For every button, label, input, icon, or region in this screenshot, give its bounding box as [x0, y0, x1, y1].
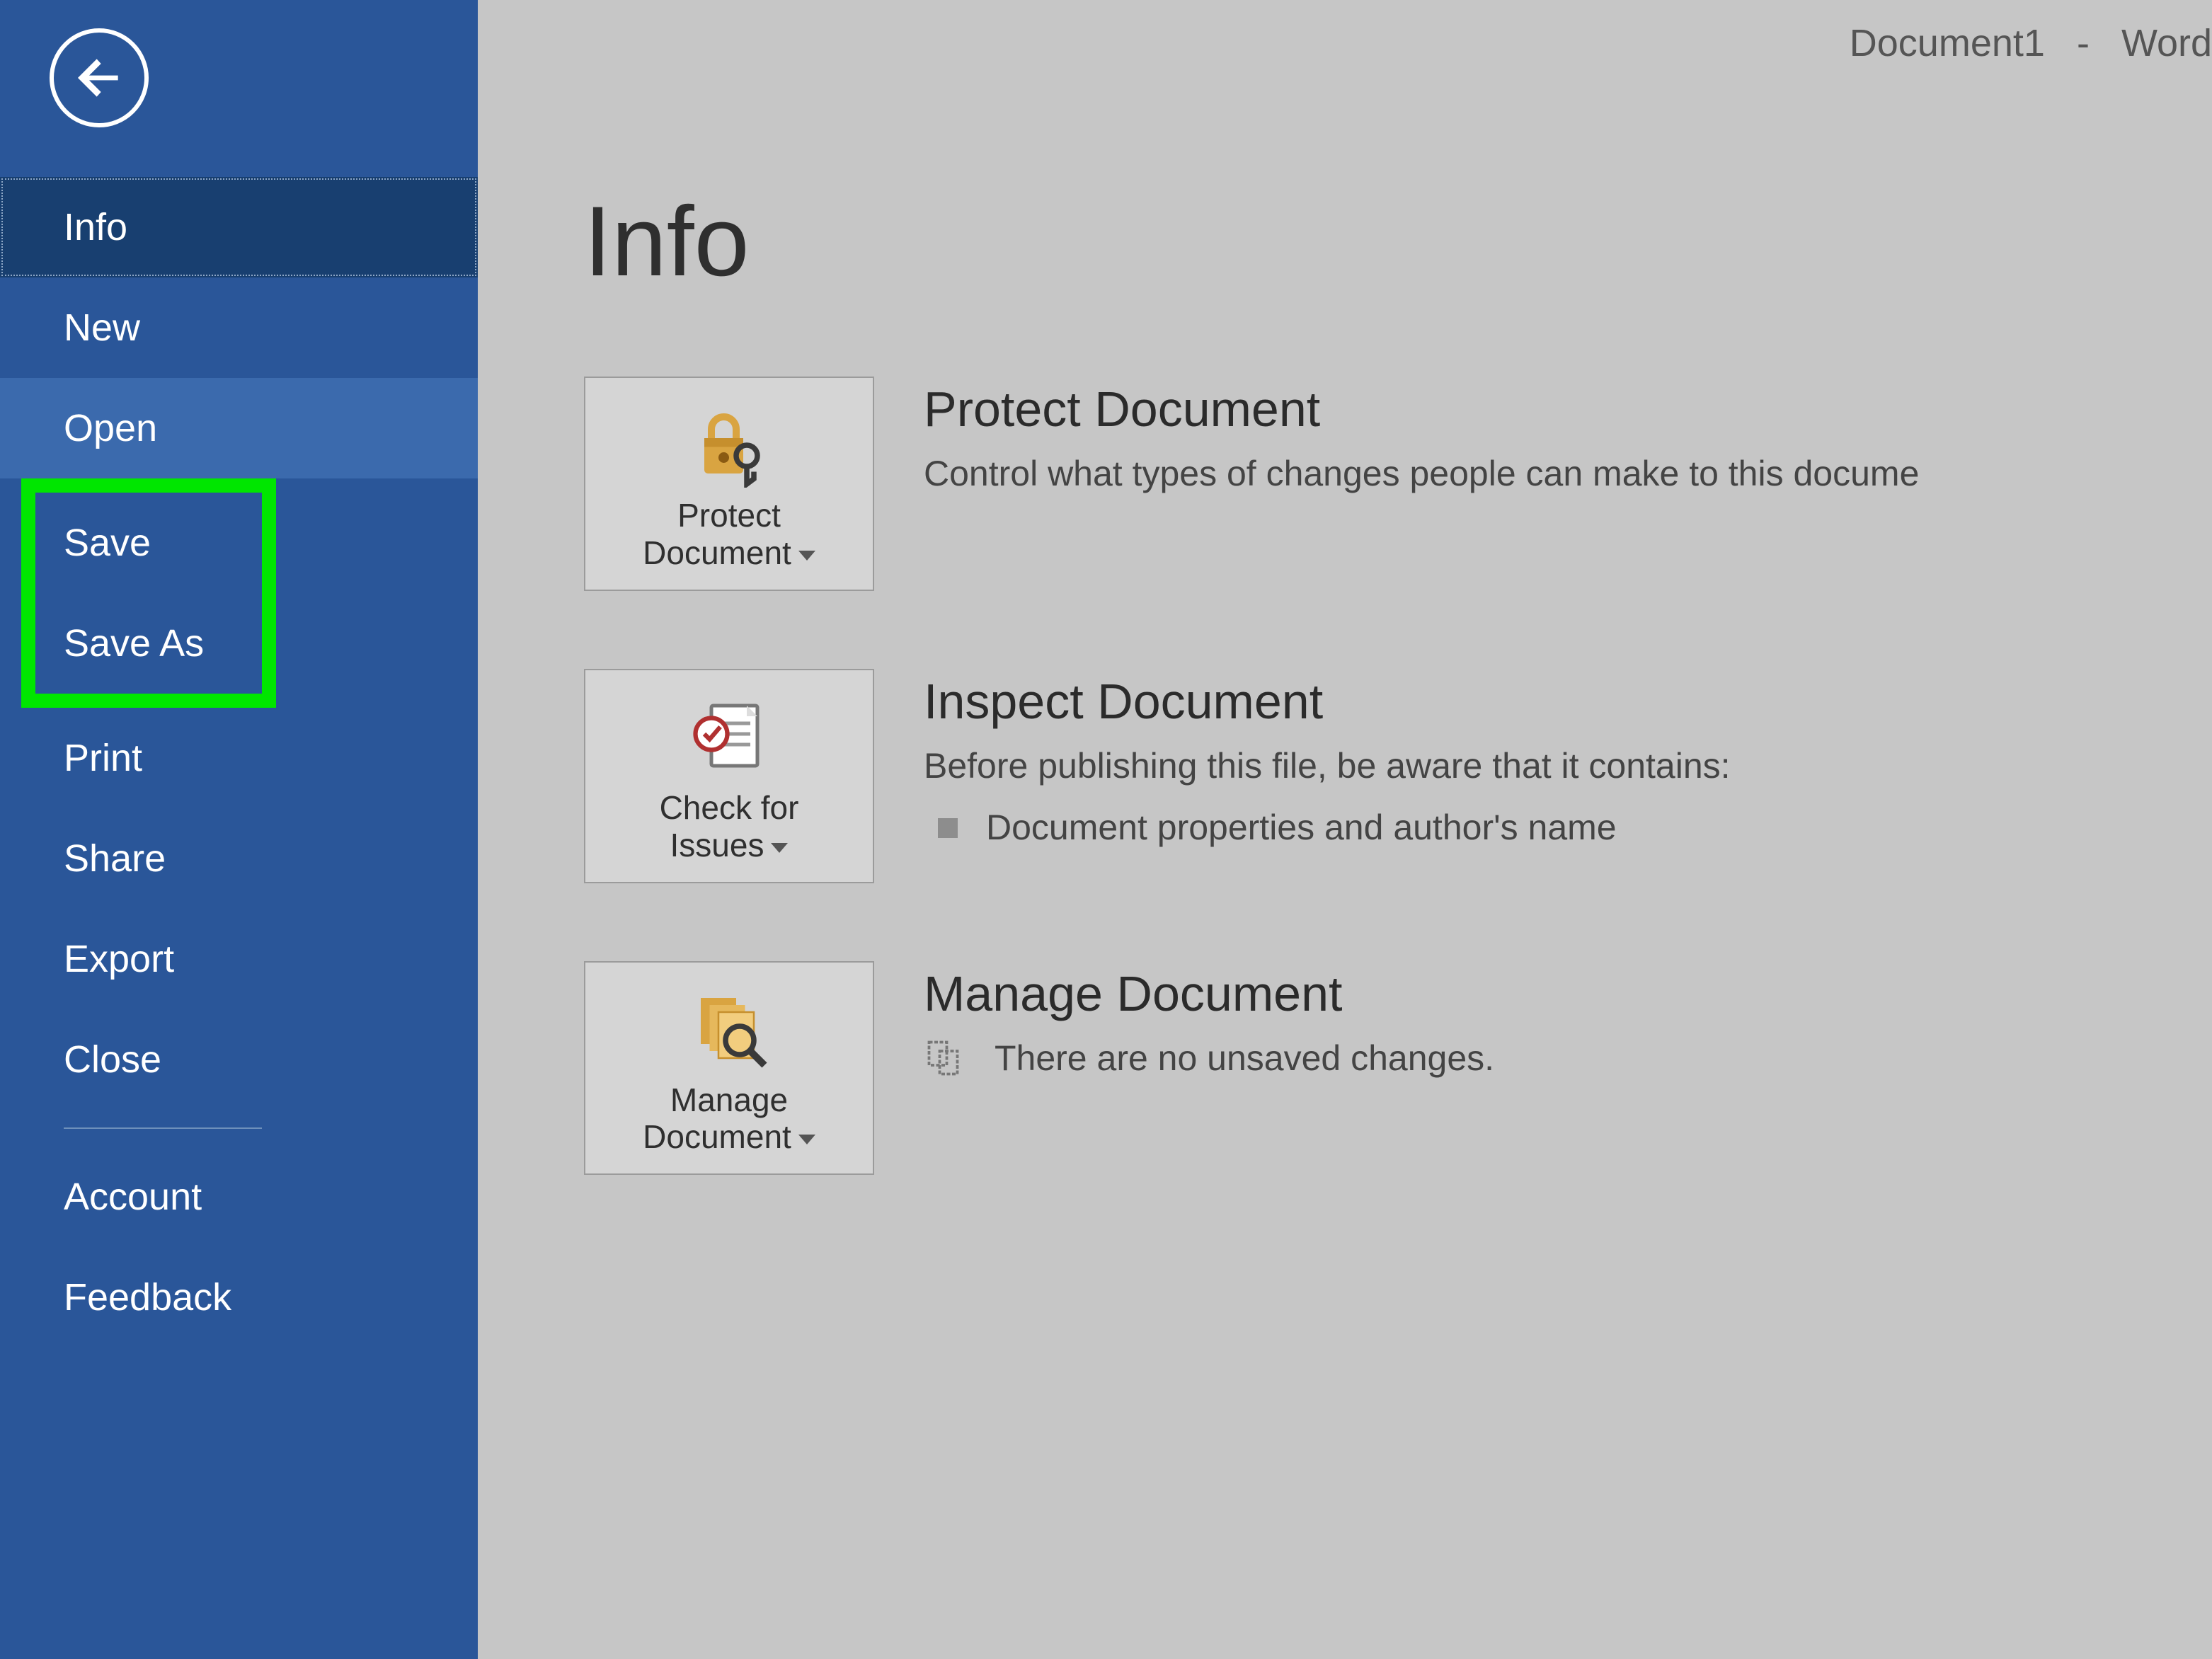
nav-item-account[interactable]: Account — [0, 1147, 478, 1247]
backstage-view: Info New Open Save Save As Print Share E… — [0, 0, 2212, 1659]
section-inspect: Check for Issues Inspect Document Before… — [584, 669, 2212, 883]
bullet-icon — [938, 818, 958, 838]
chevron-down-icon — [771, 843, 788, 853]
section-body: Protect Document Control what types of c… — [924, 377, 2212, 498]
nav-item-feedback[interactable]: Feedback — [0, 1247, 478, 1348]
arrow-left-icon — [71, 50, 127, 106]
nav-item-close[interactable]: Close — [0, 1009, 478, 1110]
app-name: Word — [2121, 22, 2212, 64]
manage-document-button[interactable]: Manage Document — [584, 961, 874, 1176]
nav-item-export[interactable]: Export — [0, 909, 478, 1009]
section-title-inspect: Inspect Document — [924, 673, 2212, 730]
nav-item-save-as[interactable]: Save As — [35, 593, 262, 694]
restore-icon — [924, 1037, 966, 1079]
title-separator: - — [2077, 22, 2090, 64]
window-title: Document1 - Word — [1850, 21, 2212, 65]
section-manage: Manage Document Manage Document There ar… — [584, 961, 2212, 1176]
section-protect: Protect Document Protect Document Contro… — [584, 377, 2212, 591]
chevron-down-icon — [798, 1135, 815, 1144]
manage-status-row: There are no unsaved changes. — [924, 1035, 2212, 1083]
chevron-down-icon — [798, 551, 815, 561]
section-desc-protect: Control what types of changes people can… — [924, 450, 2212, 498]
nav-list: Info New Open Save Save As Print Share E… — [0, 177, 478, 1348]
section-desc-inspect: Before publishing this file, be aware th… — [924, 742, 2212, 791]
section-title-manage: Manage Document — [924, 965, 2212, 1022]
document-name: Document1 — [1850, 22, 2045, 64]
section-body: Manage Document There are no unsaved cha… — [924, 961, 2212, 1083]
back-button[interactable] — [50, 28, 149, 127]
section-title-protect: Protect Document — [924, 381, 2212, 437]
nav-item-info[interactable]: Info — [0, 177, 478, 277]
nav-item-share[interactable]: Share — [0, 808, 478, 909]
inspect-bullet-text: Document properties and author's name — [986, 804, 1617, 852]
check-for-issues-button[interactable]: Check for Issues — [584, 669, 874, 883]
stack-magnify-icon — [687, 984, 772, 1076]
tile-label: Manage Document — [643, 1081, 815, 1156]
backstage-sidebar: Info New Open Save Save As Print Share E… — [0, 0, 478, 1659]
section-body: Inspect Document Before publishing this … — [924, 669, 2212, 852]
inspect-bullet-row: Document properties and author's name — [924, 804, 2212, 852]
page-title: Info — [584, 184, 2212, 299]
protect-document-button[interactable]: Protect Document — [584, 377, 874, 591]
lock-key-icon — [687, 399, 772, 491]
nav-separator — [64, 1127, 262, 1129]
nav-item-open[interactable]: Open — [0, 378, 478, 478]
manage-status-text: There are no unsaved changes. — [995, 1035, 1494, 1083]
highlight-save-group: Save Save As — [21, 478, 276, 708]
nav-item-print[interactable]: Print — [0, 708, 478, 808]
nav-item-new[interactable]: New — [0, 277, 478, 378]
tile-label: Check for Issues — [660, 789, 799, 864]
nav-item-save[interactable]: Save — [35, 493, 262, 593]
tile-label: Protect Document — [643, 497, 815, 572]
backstage-main: Document1 - Word Info — [478, 0, 2212, 1659]
check-doc-icon — [687, 691, 772, 783]
